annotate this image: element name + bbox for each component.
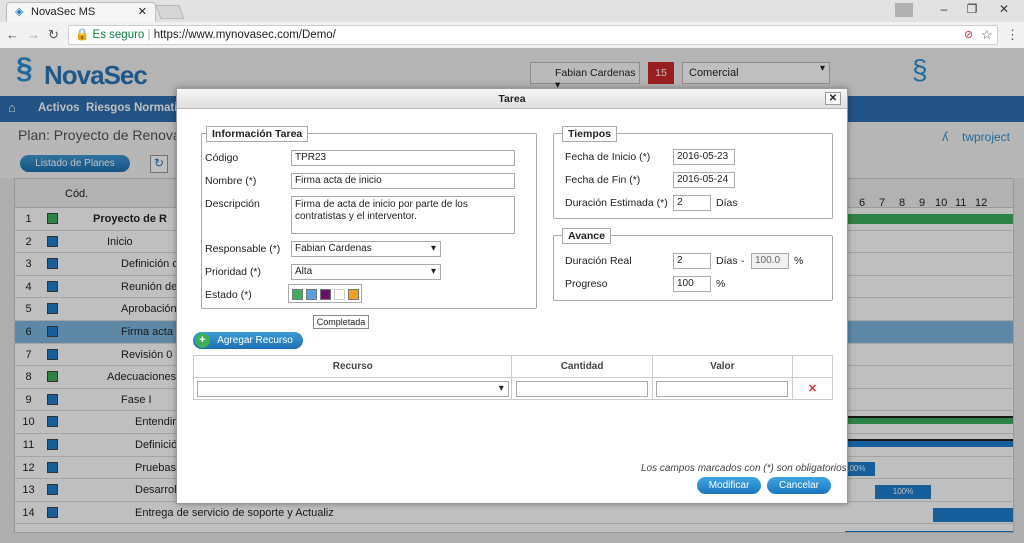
fecha-fin-label: Fecha de Fin (*) [565, 174, 641, 186]
recurso-select[interactable] [196, 380, 509, 397]
col-actions [791, 355, 834, 378]
browser-chrome: ◈ NovaSec MS ✕ – ❐ ✕ ← → ↻ 🔒 Es seguro |… [0, 0, 1024, 48]
tab-title: NovaSec MS [31, 6, 96, 18]
duracion-est-input[interactable]: 2 [673, 195, 711, 211]
new-tab-button[interactable] [155, 5, 185, 19]
descripcion-textarea[interactable]: Firma de acta de inicio por parte de los… [291, 196, 515, 234]
col-recurso: Recurso [192, 355, 513, 378]
prioridad-select[interactable]: Alta [291, 264, 441, 280]
codigo-input[interactable]: TPR23 [291, 150, 515, 166]
codigo-label: Código [205, 152, 239, 164]
favicon-icon: ◈ [15, 6, 24, 18]
porcentaje-readonly: 100.0 [751, 253, 789, 269]
address-bar[interactable]: 🔒 Es seguro | https://www.mynovasec.com/… [68, 25, 998, 45]
tab-strip: ◈ NovaSec MS ✕ – ❐ ✕ [0, 0, 1024, 22]
prioridad-label: Prioridad (*) [205, 266, 262, 278]
add-resource-label: Agregar Recurso [217, 335, 293, 346]
reload-icon[interactable]: ↻ [48, 27, 59, 43]
progreso-input[interactable]: 100 [673, 276, 711, 292]
nombre-input[interactable]: Firma acta de inicio [291, 173, 515, 189]
valor-input[interactable] [656, 380, 789, 397]
add-icon: + [195, 333, 210, 348]
descripcion-label: Descripción [205, 198, 260, 210]
cantidad-input[interactable] [516, 380, 649, 397]
estado-purple-swatch[interactable] [320, 289, 331, 300]
avance-legend: Avance [562, 228, 611, 244]
maximize-icon[interactable]: ❐ [958, 2, 986, 18]
resource-table: Recurso Cantidad Valor ✕ [192, 355, 834, 400]
estado-picker[interactable] [288, 284, 362, 303]
fecha-fin-input[interactable]: 2016-05-24 [673, 172, 735, 188]
avance-fieldset: Avance Duración Real 2 Días - 100.0 % Pr… [553, 228, 833, 301]
delete-resource-icon[interactable]: ✕ [791, 377, 834, 400]
porcentaje-unit: % [794, 255, 804, 267]
duracion-est-label: Duración Estimada (*) [565, 197, 668, 209]
modify-button[interactable]: Modificar [697, 477, 761, 494]
dialog-title-text: Tarea [498, 93, 526, 105]
responsable-select[interactable]: Fabian Cardenas [291, 241, 441, 257]
translate-icon[interactable]: ⊘ [964, 28, 973, 41]
profile-icon[interactable] [895, 3, 913, 17]
dialog-title: Tarea ✕ [177, 89, 847, 109]
info-legend: Información Tarea [206, 126, 309, 142]
fecha-inicio-input[interactable]: 2016-05-23 [673, 149, 735, 165]
close-tab-icon[interactable]: ✕ [138, 3, 147, 21]
duracion-est-unit: Días [716, 197, 738, 209]
progreso-unit: % [716, 278, 726, 290]
estado-blue-swatch[interactable] [306, 289, 317, 300]
star-icon[interactable]: ☆ [981, 27, 993, 43]
col-cantidad: Cantidad [511, 355, 653, 378]
close-window-icon[interactable]: ✕ [990, 2, 1018, 18]
back-icon[interactable]: ← [6, 27, 19, 42]
estado-white-swatch[interactable] [334, 289, 345, 300]
col-valor: Valor [651, 355, 793, 378]
url-text: https://www.mynovasec.com/Demo/ [153, 29, 336, 41]
duracion-real-input[interactable]: 2 [673, 253, 711, 269]
menu-icon[interactable]: ⋮ [1006, 27, 1019, 43]
progreso-label: Progreso [565, 278, 608, 290]
range-dash: - [741, 255, 745, 267]
secure-label: Es seguro [92, 29, 145, 41]
estado-orange-swatch[interactable] [348, 289, 359, 300]
estado-green-swatch[interactable] [292, 289, 303, 300]
fecha-inicio-label: Fecha de Inicio (*) [565, 151, 651, 163]
info-fieldset: Información Tarea Código TPR23 Nombre (*… [201, 126, 537, 309]
responsable-label: Responsable (*) [205, 243, 281, 255]
nombre-label: Nombre (*) [205, 175, 257, 187]
cancel-button[interactable]: Cancelar [767, 477, 831, 494]
minimize-icon[interactable]: – [930, 2, 958, 18]
estado-label: Estado (*) [205, 289, 252, 301]
dialog-close-icon[interactable]: ✕ [825, 92, 841, 105]
lock-icon: 🔒 [75, 29, 90, 41]
tiempos-fieldset: Tiempos Fecha de Inicio (*) 2016-05-23 F… [553, 126, 833, 219]
estado-tooltip: Completada [313, 315, 369, 329]
forward-icon[interactable]: → [27, 27, 40, 42]
duracion-real-label: Duración Real [565, 255, 632, 267]
task-dialog: Tarea ✕ Información Tarea Código TPR23 N… [176, 88, 848, 504]
add-resource-button[interactable]: + Agregar Recurso [193, 332, 303, 349]
browser-tab[interactable]: ◈ NovaSec MS ✕ [6, 2, 156, 22]
required-note: Los campos marcados con (*) son obligato… [641, 463, 847, 474]
duracion-real-unit: Días [716, 255, 738, 267]
tiempos-legend: Tiempos [562, 126, 617, 142]
